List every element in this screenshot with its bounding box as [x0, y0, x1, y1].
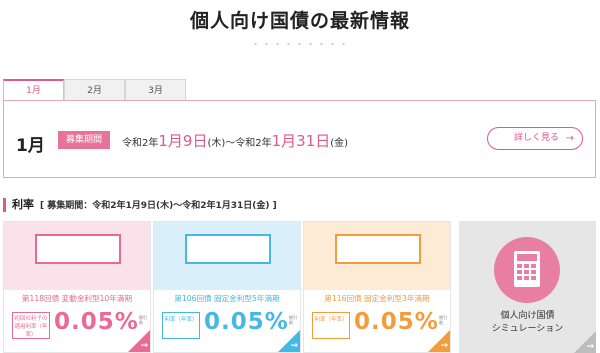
bond-logo-variable-10: 変 動 10 [35, 234, 121, 264]
pre-tax-note: 税引前 [439, 315, 447, 325]
rate-heading-label: 利率 [12, 198, 34, 211]
tab-march[interactable]: 3月 [125, 79, 186, 101]
bond-name: 第118回債 変動金利型10年満期 [21, 294, 133, 303]
arrow-right-icon: → [140, 341, 148, 351]
arrow-right-icon: → [586, 342, 594, 352]
page-title: 個人向け国債の最新情報 [189, 10, 410, 32]
period-start-date: 1月9日 [158, 132, 208, 150]
bond-card-variable-10[interactable]: 変 動 10 第118回債 変動金利型10年満期 初回の利子の適用利率（年率） … [3, 221, 151, 353]
period-start-weekday: (木)〜令和2年 [207, 138, 272, 149]
offering-period-panel: 1月 募集期間 令和2年1月9日(木)〜令和2年1月31日(金) 詳しく見る → [3, 100, 596, 178]
bond-card-fixed-3[interactable]: 固 定 3 第116回債 固定金利型3年満期 利率（年率） 0.05% 税引前 … [303, 221, 451, 353]
rate-label: 利率（年率） [312, 312, 350, 339]
arrow-right-icon: → [565, 133, 574, 144]
month-tabs: 1月 2月 3月 [3, 79, 186, 101]
pre-tax-note: 税引前 [139, 315, 147, 325]
bond-name: 第106回債 固定金利型5年満期 [174, 294, 280, 303]
bond-logo-fixed-5: 固 定 5 [185, 234, 271, 264]
interest-rate-heading: 利率 [ 募集期間：令和2年1月9日(木)〜令和2年1月31日(金) ] [3, 198, 277, 212]
bond-card-fixed-5[interactable]: 固 定 5 第106回債 固定金利型5年満期 利率（年率） 0.05% 税引前 … [153, 221, 301, 353]
tab-february[interactable]: 2月 [64, 79, 125, 101]
rate-heading-period: [ 募集期間：令和2年1月9日(木)〜令和2年1月31日(金) ] [40, 201, 277, 211]
rate-value: 0.05% [354, 309, 439, 335]
simulation-label-line1: 個人向け国債 [500, 311, 555, 321]
period-end-date: 1月31日 [271, 132, 331, 150]
rate-label: 利率（年率） [162, 312, 200, 339]
details-button[interactable]: 詳しく見る → [487, 127, 583, 150]
details-button-label: 詳しく見る [514, 133, 560, 143]
arrow-right-icon: → [440, 341, 448, 351]
tab-january[interactable]: 1月 [3, 79, 64, 101]
pre-tax-note: 税引前 [289, 315, 297, 325]
period-end-weekday: (金) [330, 138, 349, 149]
rate-value: 0.05% [54, 309, 139, 335]
arrow-right-icon: → [290, 341, 298, 351]
simulation-card[interactable]: 個人向け国債 シミュレーション → [459, 221, 596, 353]
period-start-prefix: 令和2年 [122, 138, 159, 149]
title-divider: ・・・・・・・・・ [250, 40, 350, 51]
bond-name: 第116回債 固定金利型3年満期 [324, 294, 430, 303]
bond-logo-fixed-3: 固 定 3 [335, 234, 421, 264]
offering-period-badge: 募集期間 [58, 131, 110, 149]
calculator-icon [494, 237, 560, 303]
period-month: 1月 [16, 136, 45, 156]
rate-value: 0.05% [204, 309, 289, 335]
offering-period-dates: 令和2年1月9日(木)〜令和2年1月31日(金) [122, 130, 348, 151]
rate-label: 初回の利子の適用利率（年率） [12, 312, 50, 339]
